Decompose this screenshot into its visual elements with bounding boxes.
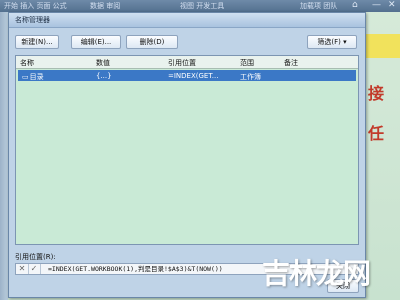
row-scope: 工作簿 (240, 72, 261, 81)
watermark-logo: 吉林龙网 (262, 252, 392, 292)
column-header-scope[interactable]: 范围 (240, 58, 254, 68)
home-icon[interactable]: ⌂ (352, 0, 358, 10)
ribbon-text: 视图 开发工具 (180, 2, 225, 10)
background-left-strip (0, 12, 8, 300)
new-button[interactable]: 新建(N)... (15, 35, 59, 49)
row-value: {...} (96, 71, 112, 80)
row-refers-to: =INDEX(GET... (168, 71, 219, 80)
background-red-char: 任 (368, 124, 385, 143)
background-red-char: 接 (368, 84, 385, 103)
watermark-text: 吉林龙网 (262, 257, 371, 290)
row-name-cell: ▭目录 (22, 72, 44, 82)
background-ribbon: 开始 插入 页面 公式 数据 审阅 视图 开发工具 加载项 团队 ⌂ — ✕ (0, 0, 400, 12)
column-header-comment[interactable]: 备注 (284, 58, 298, 68)
ribbon-text: 开始 插入 页面 公式 (4, 2, 67, 10)
minimize-icon[interactable]: — (372, 0, 381, 10)
edit-button[interactable]: 编辑(E)... (71, 35, 121, 49)
column-header-value[interactable]: 数值 (96, 58, 110, 68)
ribbon-text: 数据 审阅 (90, 2, 121, 10)
dialog-toolbar: 新建(N)... 编辑(E)... 删除(D) 筛选(F) ▾ (9, 35, 365, 51)
close-icon[interactable]: ✕ (388, 0, 396, 10)
name-icon: ▭ (22, 72, 29, 81)
dialog-titlebar[interactable]: 名称管理器 (9, 13, 365, 28)
confirm-edit-icon[interactable]: ✓ (28, 264, 41, 274)
filter-button[interactable]: 筛选(F) ▾ (307, 35, 357, 49)
names-list[interactable]: 名称 数值 引用位置 范围 备注 ▭目录 {...} =INDEX(GET...… (15, 55, 359, 245)
refers-to-label: 引用位置(R): (15, 253, 56, 261)
ribbon-text: 加载项 团队 (300, 2, 338, 10)
dialog-title: 名称管理器 (15, 16, 50, 24)
column-header-name[interactable]: 名称 (20, 58, 34, 68)
screen: 开始 插入 页面 公式 数据 审阅 视图 开发工具 加载项 团队 ⌂ — ✕ 接… (0, 0, 400, 300)
row-name: 目录 (29, 72, 44, 81)
delete-button[interactable]: 删除(D) (126, 35, 178, 49)
list-header: 名称 数值 引用位置 范围 备注 (16, 56, 358, 69)
table-row[interactable]: ▭目录 {...} =INDEX(GET... 工作簿 (18, 70, 356, 81)
column-header-refers-to[interactable]: 引用位置 (168, 58, 196, 68)
